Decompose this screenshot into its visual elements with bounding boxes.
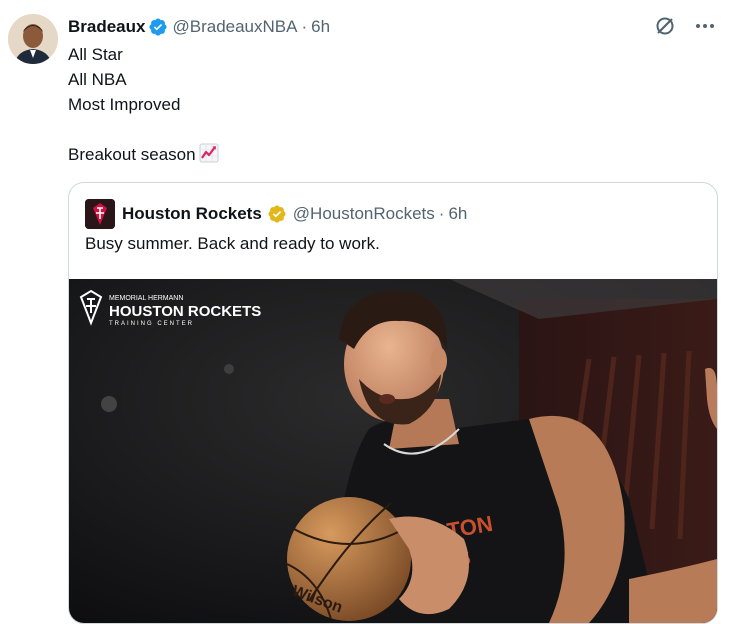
tweet-line: Most Improved (68, 95, 181, 114)
logo-line3: TRAINING CENTER (109, 321, 194, 327)
tweet-actions (653, 14, 717, 38)
tweet-header: Bradeaux @BradeauxNBA · 6h (68, 16, 330, 38)
avatar-image (8, 14, 58, 64)
quoted-tweet-text: Busy summer. Back and ready to work. (85, 234, 380, 253)
gold-verified-badge-icon (267, 204, 287, 224)
separator-dot: · (301, 17, 308, 36)
tweet-line-text: Breakout season (68, 145, 196, 164)
logo-line1: MEMORIAL HERMANN (109, 295, 183, 302)
more-ellipsis-icon[interactable] (693, 14, 717, 38)
quoted-avatar[interactable] (85, 199, 115, 229)
verified-badge-icon (148, 17, 168, 37)
quoted-author-handle[interactable]: @HoustonRockets (293, 204, 435, 224)
tweet-line: Breakout season (68, 142, 219, 167)
logo-line2: HOUSTON ROCKETS (109, 303, 261, 320)
quoted-timestamp[interactable]: 6h (448, 204, 467, 224)
grok-slash-icon[interactable] (653, 14, 677, 38)
quoted-tweet-header: Houston Rockets @HoustonRockets · 6h (85, 199, 467, 229)
author-handle[interactable]: @BradeauxNBA (172, 17, 297, 37)
tweet-line: All NBA (68, 70, 127, 89)
quoted-tweet-card[interactable]: Houston Rockets @HoustonRockets · 6h Bus… (68, 182, 718, 624)
tweet-text: All Star All NBA Most Improved Breakout … (68, 42, 219, 167)
timestamp[interactable]: 6h (311, 17, 330, 37)
separator-dot: · (438, 204, 445, 223)
chart-increasing-emoji-icon (199, 143, 219, 163)
author-name[interactable]: Bradeaux (68, 17, 145, 37)
quoted-author-name[interactable]: Houston Rockets (122, 204, 262, 224)
rockets-logo-icon (85, 199, 115, 229)
author-avatar[interactable] (8, 14, 58, 64)
quoted-media-image[interactable]: MEMORIAL HERMANN HOUSTON ROCKETS TRAININ… (69, 279, 717, 623)
tweet-line: All Star (68, 45, 123, 64)
